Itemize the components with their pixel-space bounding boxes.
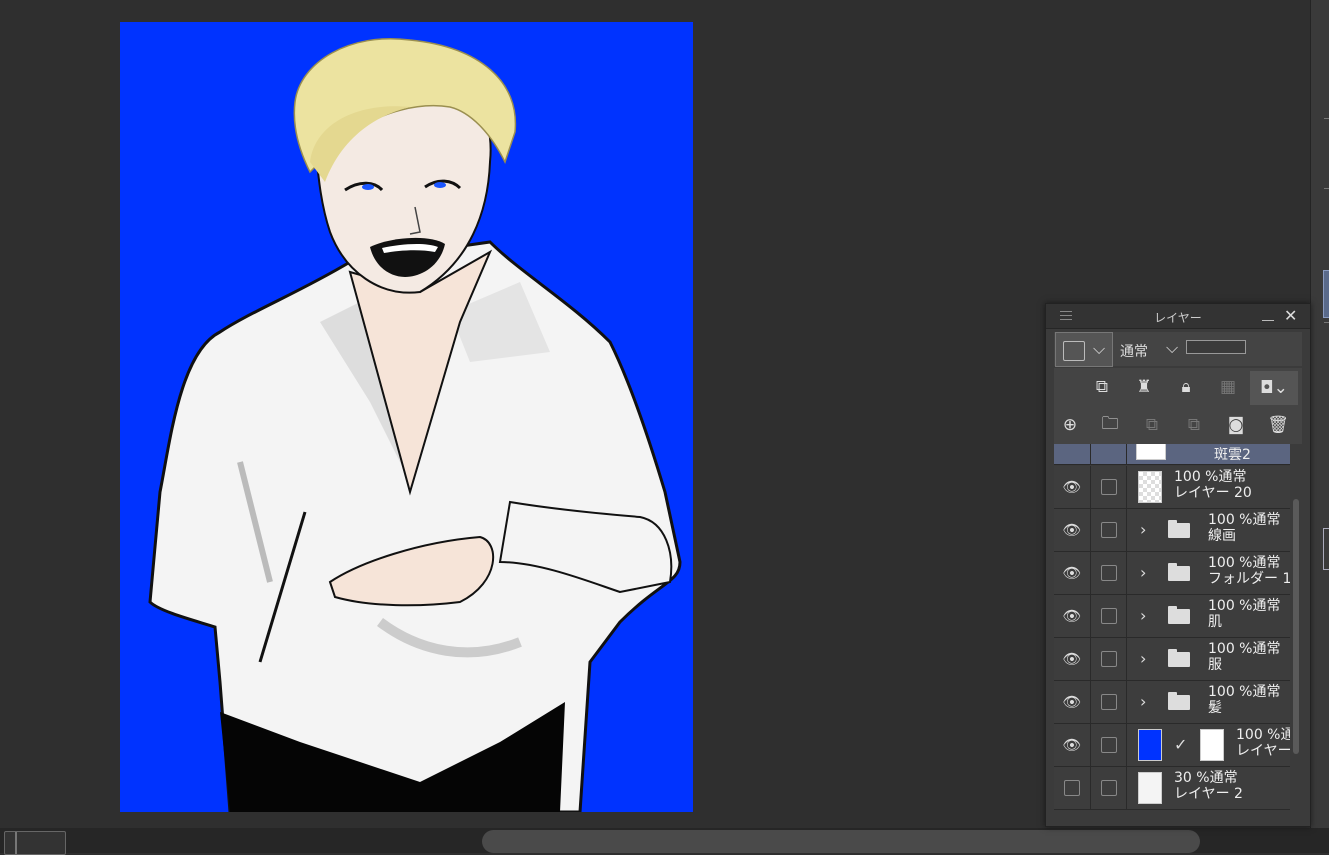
layer-checkbox[interactable]	[1101, 780, 1117, 796]
layer-toolbar-top: ⧉ ♜ 🔒︎ ▦ ◘⌄	[1054, 368, 1302, 406]
layer-opacity-mode: 100 %通常	[1208, 555, 1281, 571]
mask-icon[interactable]: ◘⌄	[1250, 371, 1298, 405]
layer-name: 服	[1208, 657, 1222, 673]
folder-icon	[1168, 692, 1190, 710]
layer-row[interactable]: 👁︎ › 100 %通常 服	[1054, 638, 1290, 681]
layer-toolbar-bottom: ⊕ 🗀 ⧉ ⧉ ◙ 🗑︎	[1054, 406, 1302, 444]
chevron-down-icon: ⌵	[1093, 339, 1106, 358]
layer-name: 肌	[1208, 614, 1222, 630]
opacity-slider[interactable]	[1186, 340, 1246, 354]
layer-checkbox[interactable]	[1101, 522, 1117, 538]
eye-icon[interactable]: 👁︎	[1060, 693, 1084, 711]
minimize-icon[interactable]	[1262, 320, 1274, 321]
layer-name: 斑雲2	[1214, 447, 1251, 463]
layer-property-bar: ⌵ 通常 ⌵	[1054, 332, 1302, 367]
copy-layer-icon[interactable]: ⧉	[1088, 373, 1116, 401]
chevron-right-icon[interactable]: ›	[1140, 692, 1146, 711]
scroll-marker[interactable]	[1323, 270, 1329, 318]
layer-name: 髪	[1208, 700, 1222, 716]
ruler-tick	[1324, 188, 1329, 189]
panel-title: レイヤー	[1154, 311, 1202, 325]
layer-checkbox[interactable]	[1101, 565, 1117, 581]
layer-opacity-mode: 100 %通常	[1208, 512, 1281, 528]
eye-icon[interactable]: 👁︎	[1060, 521, 1084, 539]
eye-icon[interactable]: 👁︎	[1060, 564, 1084, 582]
side-tab[interactable]	[1323, 528, 1329, 570]
chevron-right-icon[interactable]: ›	[1140, 520, 1146, 539]
layer-name: レイヤー	[1236, 743, 1290, 759]
layer-thumbnail	[1138, 471, 1162, 503]
navigator-thumbnail[interactable]	[4, 831, 66, 855]
layer-list[interactable]: 斑雲2 👁︎ 100 %通常 レイヤー 20 👁︎ › 100 %通常 線画 👁…	[1054, 444, 1290, 814]
layer-row[interactable]: 👁︎ › 100 %通常 肌	[1054, 595, 1290, 638]
layer-name: 線画	[1208, 528, 1236, 544]
chevron-right-icon[interactable]: ›	[1140, 649, 1146, 668]
layer-opacity-mode: 100 %通	[1236, 727, 1290, 743]
trash-icon[interactable]: 🗑︎	[1264, 411, 1292, 439]
color-square-icon	[1063, 341, 1085, 361]
layer-checkbox[interactable]	[1101, 651, 1117, 667]
layer-name: レイヤー 20	[1174, 485, 1252, 501]
lock-icon[interactable]: 🔒︎	[1172, 373, 1200, 401]
create-layer-mask-icon[interactable]: ◙	[1222, 411, 1250, 439]
layer-checkbox[interactable]	[1101, 737, 1117, 753]
layer-color-selector[interactable]: ⌵	[1055, 332, 1113, 367]
layer-opacity-mode: 30 %通常	[1174, 770, 1238, 786]
chevron-down-icon[interactable]: ⌵	[1166, 338, 1178, 358]
blend-mode-select[interactable]: 通常	[1120, 341, 1148, 361]
close-icon[interactable]: ✕	[1284, 308, 1297, 324]
folder-icon	[1168, 649, 1190, 667]
ruler-tick	[1324, 322, 1329, 323]
eye-icon[interactable]: 👁︎	[1060, 478, 1084, 496]
layer-name: レイヤー 2	[1174, 786, 1243, 802]
horizontal-scroll-thumb[interactable]	[482, 830, 1200, 853]
layer-opacity-mode: 100 %通常	[1174, 469, 1247, 485]
layer-panel: レイヤー ✕ ⌵ 通常 ⌵ ⧉ ♜ 🔒︎ ▦ ◘⌄ ⊕ 🗀 ⧉ ⧉ ◙ 🗑︎ 斑…	[1045, 303, 1311, 827]
ruler-tick	[1324, 118, 1329, 119]
chevron-right-icon[interactable]: ›	[1140, 563, 1146, 582]
check-icon: ✓	[1174, 735, 1188, 754]
reference-layer-icon[interactable]: ♜	[1130, 373, 1158, 401]
layer-row[interactable]: 👁︎ › 100 %通常 フォルダー 1	[1054, 552, 1290, 595]
layer-row[interactable]: 👁︎ ✓ 100 %通 レイヤー	[1054, 724, 1290, 767]
layer-name: フォルダー 1	[1208, 571, 1290, 587]
layer-checkbox[interactable]	[1101, 694, 1117, 710]
transfer-down-icon[interactable]: ⧉	[1138, 411, 1166, 439]
folder-icon	[1168, 606, 1190, 624]
layer-row[interactable]: 👁︎ › 100 %通常 髪	[1054, 681, 1290, 724]
layer-thumbnail	[1138, 772, 1162, 804]
merge-down-icon[interactable]: ⧉	[1180, 411, 1208, 439]
folder-icon	[1168, 520, 1190, 538]
artwork-canvas[interactable]	[120, 22, 693, 812]
eye-icon[interactable]: 👁︎	[1060, 607, 1084, 625]
illustration	[148, 38, 682, 812]
layer-thumbnail	[1138, 729, 1162, 761]
layer-row[interactable]: 👁︎ 100 %通常 レイヤー 20	[1054, 466, 1290, 509]
layer-list-scrollbar[interactable]	[1293, 499, 1299, 754]
layer-checkbox[interactable]	[1101, 608, 1117, 624]
right-edge-strip	[1310, 0, 1329, 828]
lock-transparency-icon[interactable]: ▦	[1214, 373, 1242, 401]
layer-opacity-mode: 100 %通常	[1208, 598, 1281, 614]
new-raster-layer-icon[interactable]: ⊕	[1056, 411, 1084, 439]
panel-titlebar[interactable]: レイヤー ✕	[1046, 304, 1310, 329]
layer-mask-thumbnail	[1200, 729, 1224, 761]
chevron-right-icon[interactable]: ›	[1140, 606, 1146, 625]
layer-thumbnail	[1136, 444, 1166, 460]
layer-opacity-mode: 100 %通常	[1208, 684, 1281, 700]
layer-opacity-mode: 100 %通常	[1208, 641, 1281, 657]
layer-row[interactable]: 30 %通常 レイヤー 2	[1054, 767, 1290, 810]
eye-icon[interactable]: 👁︎	[1060, 650, 1084, 668]
layer-row[interactable]: 👁︎ › 100 %通常 線画	[1054, 509, 1290, 552]
folder-icon	[1168, 563, 1190, 581]
layer-row[interactable]: 斑雲2	[1054, 444, 1290, 465]
eye-icon[interactable]: 👁︎	[1060, 736, 1084, 754]
visibility-checkbox[interactable]	[1064, 780, 1080, 796]
new-folder-icon[interactable]: 🗀	[1096, 411, 1124, 439]
layer-checkbox[interactable]	[1101, 479, 1117, 495]
